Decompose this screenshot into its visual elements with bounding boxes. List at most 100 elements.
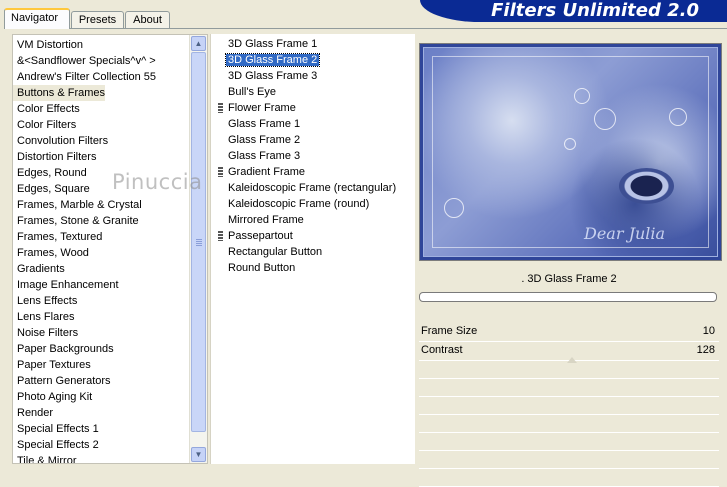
category-item[interactable]: Special Effects 1 bbox=[13, 421, 191, 437]
filter-item-label: 3D Glass Frame 3 bbox=[228, 70, 318, 82]
param-frame-size[interactable]: Frame Size 10 bbox=[419, 323, 719, 342]
scroll-down-button[interactable]: ▼ bbox=[191, 447, 206, 462]
category-list[interactable]: VM Distortion &<Sandflower Specials^v^ > A… bbox=[12, 34, 208, 464]
filter-item[interactable]: Glass Frame 3 bbox=[211, 148, 415, 164]
category-item[interactable]: Tile & Mirror bbox=[13, 453, 101, 463]
category-item[interactable]: Image Enhancement bbox=[13, 277, 191, 293]
param-label: Contrast bbox=[421, 344, 463, 356]
category-item[interactable]: Andrew's Filter Collection 55 bbox=[13, 69, 191, 85]
filter-item[interactable]: Round Button bbox=[211, 260, 415, 276]
filter-item-label: 3D Glass Frame 1 bbox=[228, 38, 318, 50]
filter-item[interactable]: Glass Frame 2 bbox=[211, 132, 415, 148]
filter-item[interactable]: Bull's Eye bbox=[211, 84, 415, 100]
bubble-icon bbox=[444, 198, 464, 218]
filter-item[interactable]: 3D Glass Frame 2 bbox=[211, 52, 415, 68]
param-empty-row bbox=[419, 433, 719, 451]
category-item[interactable]: Photo Aging Kit bbox=[13, 389, 191, 405]
watermark-text: Pinuccia bbox=[112, 170, 203, 194]
filter-item[interactable]: Kaleidoscopic Frame (round) bbox=[211, 196, 415, 212]
category-items: VM Distortion &<Sandflower Specials^v^ > A… bbox=[13, 37, 191, 463]
param-empty-row bbox=[419, 415, 719, 433]
slider-marker-icon bbox=[567, 357, 577, 363]
filter-item[interactable]: 3D Glass Frame 3 bbox=[211, 68, 415, 84]
category-item[interactable]: Frames, Wood bbox=[13, 245, 101, 261]
tab-presets[interactable]: Presets bbox=[71, 11, 124, 28]
category-item[interactable]: Frames, Marble & Crystal bbox=[13, 197, 191, 213]
bubble-icon bbox=[564, 138, 576, 150]
filter-item[interactable]: Rectangular Button bbox=[211, 244, 415, 260]
bubble-icon bbox=[594, 108, 616, 130]
bubble-icon bbox=[669, 108, 687, 126]
scroll-thumb[interactable] bbox=[191, 52, 206, 432]
category-item[interactable]: Distortion Filters bbox=[13, 149, 191, 165]
filter-item[interactable]: Mirrored Frame bbox=[211, 212, 415, 228]
group-marker-icon bbox=[218, 231, 223, 241]
filter-item-label: Bull's Eye bbox=[228, 86, 276, 98]
parameter-panel: Frame Size 10 Contrast 128 bbox=[419, 323, 719, 487]
app-title: Filters Unlimited 2.0 bbox=[491, 0, 699, 21]
filter-item[interactable]: 3D Glass Frame 1 bbox=[211, 36, 415, 52]
preview-frame: Dear Julia bbox=[419, 43, 722, 261]
param-empty-row bbox=[419, 397, 719, 415]
filter-list[interactable]: 3D Glass Frame 1 3D Glass Frame 2 3D Glass… bbox=[210, 34, 415, 464]
category-item[interactable]: &<Sandflower Specials^v^ > bbox=[13, 53, 191, 69]
category-item[interactable]: Color Effects bbox=[13, 101, 101, 117]
category-item[interactable]: VM Distortion bbox=[13, 37, 101, 53]
filter-item-label: Mirrored Frame bbox=[228, 214, 304, 226]
filter-item-label: Gradient Frame bbox=[228, 166, 306, 178]
filter-item-label: Flower Frame bbox=[228, 102, 296, 114]
scroll-up-button[interactable]: ▲ bbox=[191, 36, 206, 51]
preview-image: Dear Julia bbox=[423, 47, 718, 257]
filter-item[interactable]: Gradient Frame bbox=[211, 164, 415, 180]
filter-item-label: Rectangular Button bbox=[228, 246, 323, 258]
category-item[interactable]: Pattern Generators bbox=[13, 373, 191, 389]
filter-item-label: Round Button bbox=[228, 262, 296, 274]
category-item[interactable]: Lens Effects bbox=[13, 293, 101, 309]
category-item[interactable]: Frames, Stone & Granite bbox=[13, 213, 191, 229]
param-empty-row bbox=[419, 361, 719, 379]
filter-item[interactable]: Glass Frame 1 bbox=[211, 116, 415, 132]
category-item[interactable]: Edges, Square bbox=[13, 181, 101, 197]
category-item[interactable]: Special Effects 2 bbox=[13, 437, 191, 453]
inkwell-shape bbox=[619, 168, 674, 204]
filter-item-label: Glass Frame 1 bbox=[228, 118, 301, 130]
category-item[interactable]: Frames, Textured bbox=[13, 229, 191, 245]
category-item[interactable]: Edges, Round bbox=[13, 165, 101, 181]
filter-items: 3D Glass Frame 1 3D Glass Frame 2 3D Glass… bbox=[211, 36, 415, 276]
category-item[interactable]: Color Filters bbox=[13, 117, 101, 133]
current-filter-label: . 3D Glass Frame 2 bbox=[521, 273, 617, 285]
category-scrollbar[interactable]: ▲ ▼ bbox=[189, 35, 207, 463]
group-marker-icon bbox=[218, 103, 223, 113]
bubble-icon bbox=[574, 88, 590, 104]
category-item[interactable]: Paper Backgrounds bbox=[13, 341, 191, 357]
filter-item-label: Kaleidoscopic Frame (round) bbox=[228, 198, 370, 210]
tab-navigator[interactable]: Navigator bbox=[4, 8, 70, 29]
preview-inner-frame bbox=[432, 56, 709, 248]
tab-panel-border bbox=[4, 28, 727, 29]
filter-item[interactable]: Flower Frame bbox=[211, 100, 415, 116]
param-empty-row bbox=[419, 379, 719, 397]
group-marker-icon bbox=[218, 167, 223, 177]
category-item[interactable]: Render bbox=[13, 405, 101, 421]
filter-item-label: Glass Frame 3 bbox=[228, 150, 301, 162]
param-value: 10 bbox=[702, 325, 715, 337]
filter-item-label: Passepartout bbox=[228, 230, 293, 242]
param-empty-row bbox=[419, 469, 719, 487]
filter-item[interactable]: Kaleidoscopic Frame (rectangular) bbox=[211, 180, 415, 196]
param-label: Frame Size bbox=[421, 325, 478, 337]
filter-item-label: 3D Glass Frame 2 bbox=[224, 53, 321, 67]
grip-icon bbox=[196, 239, 202, 246]
category-item[interactable]: Convolution Filters bbox=[13, 133, 191, 149]
param-value: 128 bbox=[696, 344, 715, 356]
category-item[interactable]: Lens Flares bbox=[13, 309, 101, 325]
filter-item-label: Glass Frame 2 bbox=[228, 134, 301, 146]
tab-about[interactable]: About bbox=[125, 11, 170, 28]
param-contrast[interactable]: Contrast 128 bbox=[419, 342, 719, 363]
category-item[interactable]: Gradients bbox=[13, 261, 101, 277]
category-item[interactable]: Paper Textures bbox=[13, 357, 101, 373]
category-item[interactable]: Buttons & Frames bbox=[13, 85, 105, 101]
app-header: Filters Unlimited 2.0 bbox=[420, 0, 727, 22]
filter-item[interactable]: Passepartout bbox=[211, 228, 415, 244]
preview-signature: Dear Julia bbox=[584, 224, 666, 243]
category-item[interactable]: Noise Filters bbox=[13, 325, 101, 341]
